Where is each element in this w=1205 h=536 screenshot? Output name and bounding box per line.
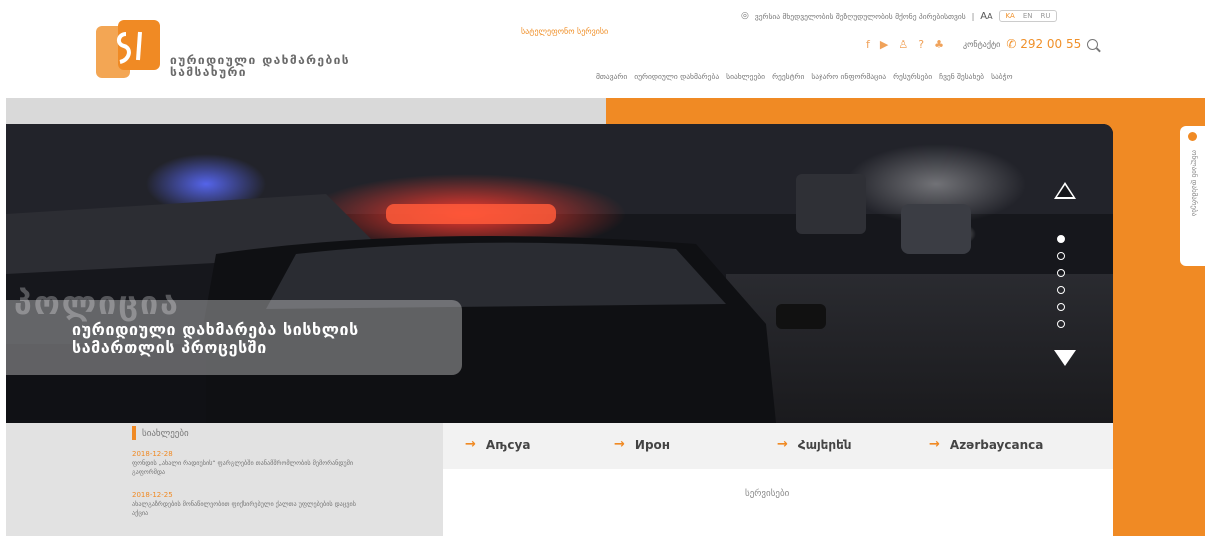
nav-item-resources[interactable]: რესურსები — [893, 72, 932, 81]
nav-item-about[interactable]: ჩვენ შესახებ — [939, 72, 984, 81]
youtube-icon[interactable]: ▶ — [880, 38, 888, 51]
nav-item-public-info[interactable]: საჯარო ინფორმაცია — [811, 72, 886, 81]
news-date: 2018-12-25 — [132, 491, 173, 499]
language-link-ossetian[interactable]: → Ирон — [614, 437, 670, 452]
logo-text: იურიდიული დახმარების სამსახური — [170, 54, 350, 78]
arrow-right-icon: → — [614, 437, 625, 452]
top-utility-bar: ◎ ვერსია მხედველობის შეზღუდულობის მქონე … — [741, 10, 1058, 22]
news-text[interactable]: ახალგაზრდების მონაწილეობით ფიქსირებული ქ… — [132, 501, 356, 517]
divider: | — [971, 11, 975, 21]
hotline-link[interactable]: სატელეფონო სერვისი — [521, 27, 608, 36]
slider-dot[interactable] — [1057, 269, 1065, 277]
news-item[interactable]: 2018-12-25 ახალგაზრდების მონაწილეობით ფი… — [132, 491, 372, 518]
nav-item-news[interactable]: სიახლეები — [726, 72, 765, 81]
arrow-right-icon: → — [465, 437, 476, 452]
contact-link[interactable]: კონტაქტი — [963, 40, 1000, 49]
slider-dot[interactable] — [1057, 252, 1065, 260]
facebook-icon[interactable]: f — [866, 38, 870, 51]
language-link-armenian[interactable]: → Հայերեն — [777, 437, 852, 452]
hero-badge: პოლიცია — [14, 284, 180, 322]
logo-line-2: სამსახური — [170, 65, 247, 79]
news-item[interactable]: 2018-12-28 ფონდის „ახალი რადიუსის“ ფარგლ… — [132, 450, 372, 477]
slider-dots — [1057, 235, 1065, 328]
hero-title[interactable]: იურიდიული დახმარება სისხლის სამართლის პრ… — [72, 321, 432, 357]
slider-up-arrow-icon[interactable] — [1054, 182, 1076, 199]
nav-item-council[interactable]: საბჭო — [991, 72, 1012, 81]
online-help-tab[interactable]: ონლაინ დახმარება — [1180, 126, 1205, 266]
search-icon[interactable] — [1087, 38, 1099, 50]
language-label: Аҧсуа — [485, 437, 531, 452]
question-icon[interactable]: ? — [918, 38, 924, 51]
nav-item-registry[interactable]: რეესტრი — [772, 72, 804, 81]
language-label: Azərbaycanca — [949, 437, 1044, 452]
chat-icon — [1188, 132, 1197, 141]
main-navigation: მთავარი იურიდიული დახმარება სიახლეები რე… — [596, 72, 1012, 81]
lang-option-en[interactable]: EN — [1023, 12, 1033, 20]
language-switcher: KA EN RU — [998, 10, 1058, 22]
news-heading: სიახლეები — [142, 429, 189, 439]
news-accent-bar — [132, 426, 136, 440]
arrow-right-icon: → — [929, 437, 940, 452]
sitemap-icon[interactable]: ♣ — [934, 38, 944, 51]
lang-option-ka[interactable]: KA — [1006, 12, 1015, 20]
language-label: Ирон — [634, 437, 671, 452]
news-text[interactable]: ფონდის „ახალი რადიუსის“ ფარგლებში თანამშ… — [132, 460, 353, 476]
contact-area: კონტაქტი ✆ 292 00 55 — [963, 37, 1099, 51]
phone-number[interactable]: ✆ 292 00 55 — [1006, 37, 1081, 51]
site-header: იურიდიული დახმარების სამსახური სატელეფონ… — [0, 0, 1205, 98]
news-date: 2018-12-28 — [132, 450, 173, 458]
slider-dot[interactable] — [1057, 303, 1065, 311]
slider-dot[interactable] — [1057, 320, 1065, 328]
hero-slider[interactable]: პოლიცია იურიდიული დახმარება სისხლის სამა… — [6, 124, 1113, 423]
language-link-azerbaijani[interactable]: → Azərbaycanca — [929, 437, 1043, 452]
lang-option-ru[interactable]: RU — [1040, 12, 1050, 20]
social-links: f ▶ ♙ ? ♣ — [866, 38, 944, 51]
services-heading[interactable]: სერვისები — [745, 489, 789, 499]
minority-languages-bar: → Аҧсуа → Ирон → Հայերեն → Azərbaycanca — [443, 423, 1113, 469]
slider-dot[interactable] — [1057, 286, 1065, 294]
language-label: Հայերեն — [797, 437, 852, 452]
news-panel: სიახლეები 2018-12-28 ფონდის „ახალი რადიუ… — [6, 423, 443, 536]
slider-dot[interactable] — [1057, 235, 1065, 243]
content-area — [443, 469, 1113, 536]
font-size-toggle[interactable]: AA — [980, 11, 992, 22]
logo-mark-icon — [96, 20, 160, 78]
nav-item-home[interactable]: მთავარი — [596, 72, 627, 81]
online-help-label: ონლაინ დახმარება — [1190, 150, 1198, 217]
language-link-abkhaz[interactable]: → Аҧсуа — [465, 437, 530, 452]
slider-down-arrow-icon[interactable] — [1054, 350, 1076, 366]
nav-item-legal-aid[interactable]: იურიდიული დახმარება — [634, 72, 719, 81]
hero-image — [6, 124, 1113, 423]
arrow-right-icon: → — [777, 437, 788, 452]
background-band-gray — [6, 98, 606, 124]
site-logo[interactable]: იურიდიული დახმარების სამსახური — [96, 20, 356, 80]
eye-icon: ◎ — [741, 11, 749, 21]
user-icon[interactable]: ♙ — [898, 38, 908, 51]
accessibility-link[interactable]: ვერსია მხედველობის შეზღუდულობის მქონე პი… — [755, 12, 966, 21]
